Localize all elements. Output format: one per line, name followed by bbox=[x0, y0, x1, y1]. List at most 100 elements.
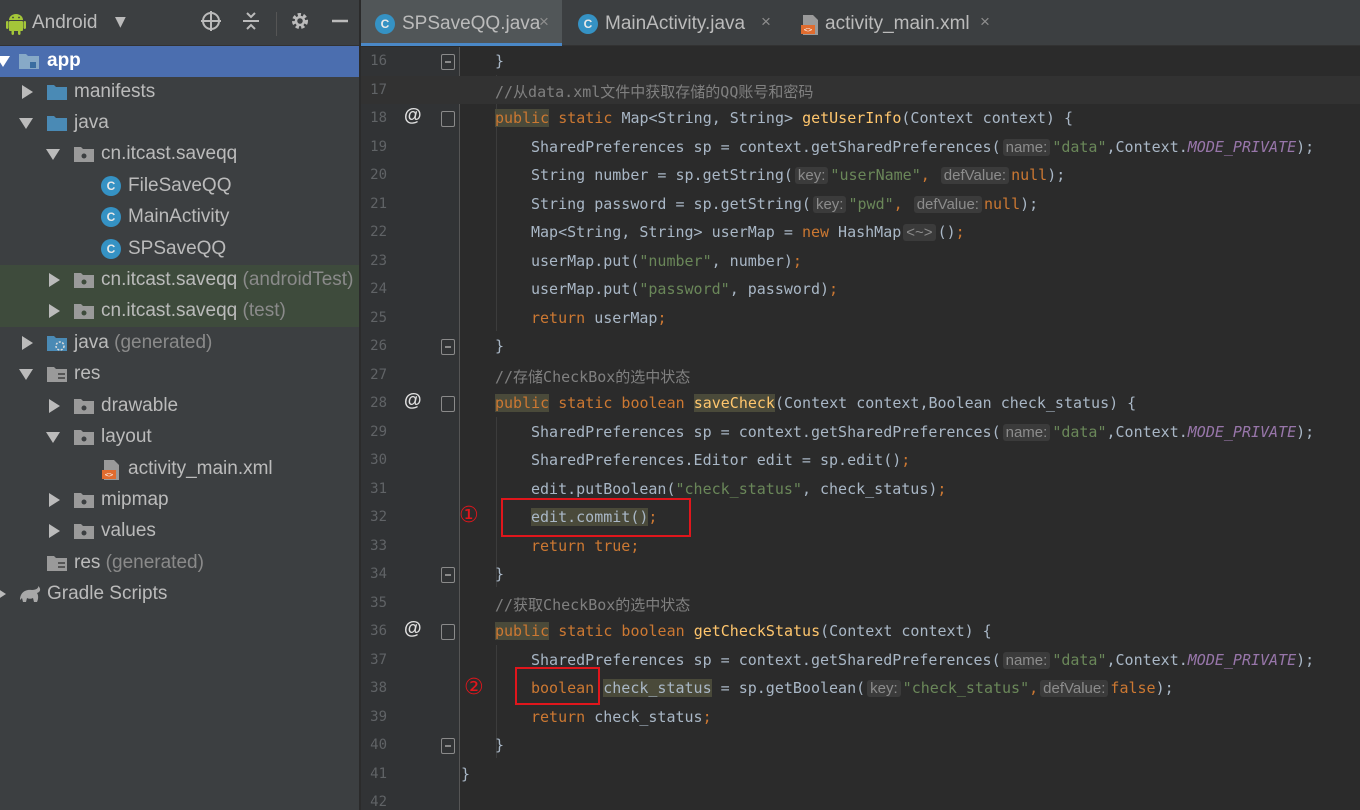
line-number[interactable]: 26 bbox=[361, 338, 387, 354]
code-line[interactable]: 16 } bbox=[361, 47, 1360, 76]
code-line[interactable]: 40 } bbox=[361, 731, 1360, 760]
locate-target-icon[interactable] bbox=[198, 10, 224, 36]
line-number[interactable]: 32 bbox=[361, 509, 387, 525]
expand-arrow-icon[interactable] bbox=[19, 369, 33, 380]
code-line[interactable]: 18 @ public static Map<String, String> g… bbox=[361, 104, 1360, 133]
code-line[interactable]: 23 userMap.put("number", number); bbox=[361, 247, 1360, 276]
code-line[interactable]: 36 @ public static boolean getCheckStatu… bbox=[361, 617, 1360, 646]
close-icon[interactable]: × bbox=[980, 12, 990, 32]
fold-end-icon[interactable] bbox=[441, 738, 455, 754]
line-number[interactable]: 38 bbox=[361, 680, 387, 696]
hide-panel-icon[interactable] bbox=[327, 10, 353, 36]
chevron-down-icon[interactable]: ▼ bbox=[115, 14, 126, 30]
tree-item-drawable[interactable]: drawable bbox=[0, 391, 359, 422]
code-line-current[interactable]: 17 //从data.xml文件中获取存储的QQ账号和密码 bbox=[361, 75, 1360, 104]
expand-arrow-icon[interactable] bbox=[0, 587, 6, 601]
tab-mainactivity[interactable]: C MainActivity.java × bbox=[564, 0, 784, 46]
code-line[interactable]: 27 //存储CheckBox的选中状态 bbox=[361, 361, 1360, 390]
line-number[interactable]: 34 bbox=[361, 566, 387, 582]
line-number[interactable]: 23 bbox=[361, 253, 387, 269]
tree-item-app[interactable]: app bbox=[0, 46, 359, 77]
fold-end-icon[interactable] bbox=[441, 339, 455, 355]
line-number[interactable]: 18 bbox=[361, 110, 387, 126]
tree-item-xml-file[interactable]: <> activity_main.xml bbox=[0, 454, 359, 485]
code-line[interactable]: 30 SharedPreferences.Editor edit = sp.ed… bbox=[361, 446, 1360, 475]
code-line[interactable]: 29 SharedPreferences sp = context.getSha… bbox=[361, 418, 1360, 447]
tree-item-res[interactable]: res bbox=[0, 359, 359, 390]
line-number[interactable]: 40 bbox=[361, 737, 387, 753]
expand-arrow-icon[interactable] bbox=[49, 493, 60, 507]
tab-spsaveqq[interactable]: C SPSaveQQ.java × bbox=[361, 0, 562, 46]
view-selector[interactable]: Android bbox=[32, 12, 98, 34]
code-line[interactable]: 25 return userMap; bbox=[361, 304, 1360, 333]
code-line[interactable]: 20 String number = sp.getString(key: "use… bbox=[361, 161, 1360, 190]
line-number[interactable]: 30 bbox=[361, 452, 387, 468]
fold-end-icon[interactable] bbox=[441, 567, 455, 583]
code-line[interactable]: 38 boolean check_status = sp.getBoolean(… bbox=[361, 674, 1360, 703]
line-number[interactable]: 22 bbox=[361, 224, 387, 240]
override-marker-icon[interactable]: @ bbox=[404, 618, 422, 639]
line-number[interactable]: 25 bbox=[361, 310, 387, 326]
line-number[interactable]: 21 bbox=[361, 196, 387, 212]
fold-icon[interactable] bbox=[441, 396, 455, 412]
code-line[interactable]: 22 Map<String, String> userMap = new Has… bbox=[361, 218, 1360, 247]
close-icon[interactable]: × bbox=[539, 12, 549, 32]
line-number[interactable]: 24 bbox=[361, 281, 387, 297]
code-line[interactable]: 26 } bbox=[361, 332, 1360, 361]
fold-icon[interactable] bbox=[441, 624, 455, 640]
expand-arrow-icon[interactable] bbox=[49, 524, 60, 538]
line-number[interactable]: 37 bbox=[361, 652, 387, 668]
line-number[interactable]: 41 bbox=[361, 766, 387, 782]
close-icon[interactable]: × bbox=[761, 12, 771, 32]
code-line[interactable]: 39 return check_status; bbox=[361, 703, 1360, 732]
tree-item-package[interactable]: cn.itcast.saveqq bbox=[0, 139, 359, 170]
override-marker-icon[interactable]: @ bbox=[404, 390, 422, 411]
line-number[interactable]: 19 bbox=[361, 139, 387, 155]
tree-item-class[interactable]: C SPSaveQQ bbox=[0, 234, 359, 265]
tree-item-values[interactable]: values bbox=[0, 516, 359, 547]
line-number[interactable]: 35 bbox=[361, 595, 387, 611]
tree-item-res-generated[interactable]: res (generated) bbox=[0, 548, 359, 579]
expand-arrow-icon[interactable] bbox=[22, 336, 33, 350]
line-number[interactable]: 29 bbox=[361, 424, 387, 440]
gear-icon[interactable] bbox=[287, 10, 313, 36]
tree-item-class[interactable]: C MainActivity bbox=[0, 202, 359, 233]
line-number[interactable]: 39 bbox=[361, 709, 387, 725]
tree-item-package-test[interactable]: cn.itcast.saveqq (test) bbox=[0, 296, 359, 327]
tree-item-package-androidtest[interactable]: cn.itcast.saveqq (androidTest) bbox=[0, 265, 359, 296]
expand-arrow-icon[interactable] bbox=[22, 85, 33, 99]
tab-activity-main-xml[interactable]: <> activity_main.xml × bbox=[786, 0, 1004, 46]
collapse-all-icon[interactable] bbox=[238, 10, 264, 36]
line-number[interactable]: 42 bbox=[361, 794, 387, 810]
tree-item-java-generated[interactable]: java (generated) bbox=[0, 328, 359, 359]
expand-arrow-icon[interactable] bbox=[0, 56, 10, 67]
expand-arrow-icon[interactable] bbox=[46, 432, 60, 443]
tree-item-layout[interactable]: layout bbox=[0, 422, 359, 453]
line-number[interactable]: 28 bbox=[361, 395, 387, 411]
expand-arrow-icon[interactable] bbox=[49, 304, 60, 318]
line-number[interactable]: 31 bbox=[361, 481, 387, 497]
code-line[interactable]: 21 String password = sp.getString(key: "p… bbox=[361, 190, 1360, 219]
line-number[interactable]: 20 bbox=[361, 167, 387, 183]
expand-arrow-icon[interactable] bbox=[49, 273, 60, 287]
code-line[interactable]: 19 SharedPreferences sp = context.getSha… bbox=[361, 133, 1360, 162]
code-editor[interactable]: 16 } 17 //从data.xml文件中获取存储的QQ账号和密码 18 @ … bbox=[361, 47, 1360, 810]
line-number[interactable]: 27 bbox=[361, 367, 387, 383]
fold-icon[interactable] bbox=[441, 111, 455, 127]
line-number[interactable]: 16 bbox=[361, 53, 387, 69]
tree-item-mipmap[interactable]: mipmap bbox=[0, 485, 359, 516]
fold-end-icon[interactable] bbox=[441, 54, 455, 70]
expand-arrow-icon[interactable] bbox=[46, 149, 60, 160]
code-line[interactable]: 37 SharedPreferences sp = context.getSha… bbox=[361, 646, 1360, 675]
override-marker-icon[interactable]: @ bbox=[404, 105, 422, 126]
code-line[interactable]: 35 //获取CheckBox的选中状态 bbox=[361, 589, 1360, 618]
code-line[interactable]: 41 } bbox=[361, 760, 1360, 789]
line-number[interactable]: 33 bbox=[361, 538, 387, 554]
code-line[interactable]: 24 userMap.put("password", password); bbox=[361, 275, 1360, 304]
code-line[interactable]: 28 @ public static boolean saveCheck(Con… bbox=[361, 389, 1360, 418]
expand-arrow-icon[interactable] bbox=[49, 399, 60, 413]
line-number[interactable]: 17 bbox=[361, 82, 387, 98]
tree-item-java[interactable]: java bbox=[0, 108, 359, 139]
tree-item-manifests[interactable]: manifests bbox=[0, 77, 359, 108]
code-line[interactable]: 42 bbox=[361, 788, 1360, 810]
